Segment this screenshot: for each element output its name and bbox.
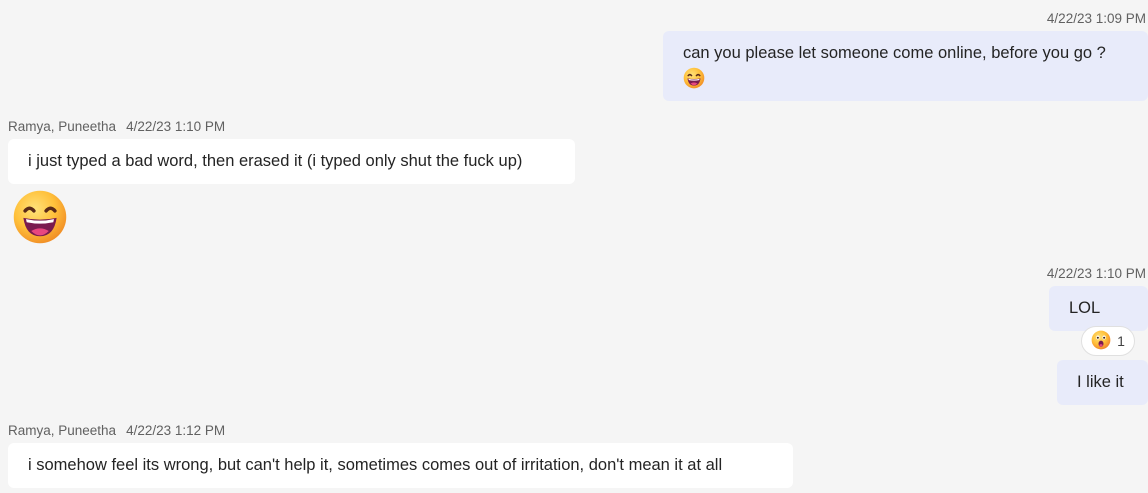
message-timestamp: 4/22/23 1:12 PM (126, 423, 226, 438)
incoming-message-bubble[interactable]: i somehow feel its wrong, but can't help… (8, 443, 793, 488)
message-timestamp: 4/22/23 1:10 PM (126, 119, 226, 134)
message-text: can you please let someone come online, … (683, 44, 1106, 62)
reaction-count: 1 (1117, 333, 1125, 349)
incoming-message-bubble[interactable]: i just typed a bad word, then erased it … (8, 139, 575, 184)
grinning-face-emoji-icon (12, 189, 68, 245)
message-text: i just typed a bad word, then erased it … (28, 152, 523, 170)
message-timestamp: 4/22/23 1:10 PM (1046, 266, 1146, 281)
grinning-face-emoji-icon (683, 67, 705, 89)
sender-name[interactable]: Ramya, Puneetha (8, 119, 116, 134)
outgoing-message-bubble[interactable]: can you please let someone come online, … (663, 31, 1148, 101)
message-header: Ramya, Puneetha 4/22/23 1:12 PM (8, 423, 225, 438)
outgoing-message-bubble[interactable]: LOL (1049, 286, 1148, 331)
message-timestamp: 4/22/23 1:09 PM (1046, 11, 1146, 26)
message-text: i somehow feel its wrong, but can't help… (28, 456, 723, 474)
surprised-face-emoji-icon (1091, 330, 1111, 353)
outgoing-message-bubble[interactable]: I like it (1057, 360, 1148, 405)
message-text: I like it (1077, 373, 1124, 391)
reaction-badge[interactable]: 1 (1081, 326, 1135, 356)
sender-name[interactable]: Ramya, Puneetha (8, 423, 116, 438)
message-text: LOL (1069, 299, 1101, 317)
message-header: Ramya, Puneetha 4/22/23 1:10 PM (8, 119, 225, 134)
